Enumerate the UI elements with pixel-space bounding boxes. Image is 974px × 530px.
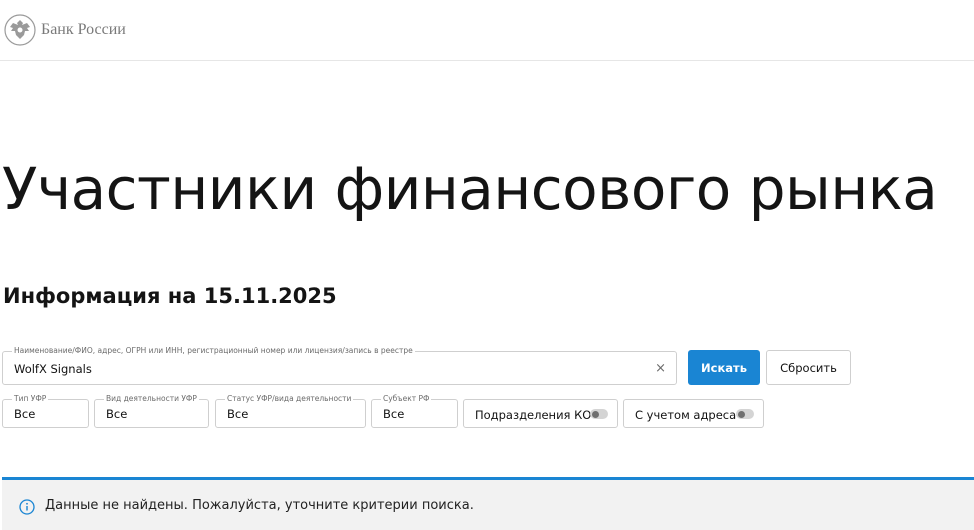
filter-value: Все — [106, 407, 128, 421]
page-subtitle: Информация на 15.11.2025 — [3, 284, 337, 308]
no-results-notice: Данные не найдены. Пожалуйста, уточните … — [2, 477, 974, 530]
filter-ufr-type[interactable]: Тип УФР Все — [2, 394, 89, 428]
filter-label: Субъект РФ — [381, 394, 432, 404]
clear-icon[interactable]: × — [655, 362, 666, 376]
toggle-switch[interactable] — [736, 409, 754, 419]
filter-value: Все — [14, 407, 36, 421]
filter-status[interactable]: Статус УФР/вида деятельности Все — [215, 394, 366, 428]
brand-name[interactable]: Банк России — [41, 21, 126, 39]
reset-button[interactable]: Сбросить — [766, 350, 851, 385]
toggle-ko-divisions[interactable]: Подразделения КО — [463, 399, 618, 428]
filter-label: Вид деятельности УФР — [104, 394, 199, 404]
search-field-label: Наименование/ФИО, адрес, ОГРН или ИНН, р… — [12, 346, 415, 356]
search-button[interactable]: Искать — [688, 350, 760, 385]
toggle-label: С учетом адреса — [635, 408, 737, 422]
search-input[interactable]: WolfX Signals — [14, 362, 92, 376]
eagle-emblem-icon[interactable] — [4, 13, 36, 47]
toggle-address[interactable]: С учетом адреса — [623, 399, 764, 428]
filter-activity-type[interactable]: Вид деятельности УФР Все — [94, 394, 209, 428]
info-icon — [19, 499, 35, 515]
filter-region[interactable]: Субъект РФ Все — [371, 394, 458, 428]
filter-label: Статус УФР/вида деятельности — [225, 394, 354, 404]
notice-text: Данные не найдены. Пожалуйста, уточните … — [45, 498, 474, 513]
filter-label: Тип УФР — [12, 394, 49, 404]
toggle-label: Подразделения КО — [475, 408, 592, 422]
page-title: Участники финансового рынка — [2, 155, 938, 223]
toggle-switch[interactable] — [590, 409, 608, 419]
site-header: Банк России — [0, 0, 974, 61]
filter-value: Все — [227, 407, 249, 421]
filter-value: Все — [383, 407, 405, 421]
search-field[interactable]: Наименование/ФИО, адрес, ОГРН или ИНН, р… — [2, 346, 677, 385]
